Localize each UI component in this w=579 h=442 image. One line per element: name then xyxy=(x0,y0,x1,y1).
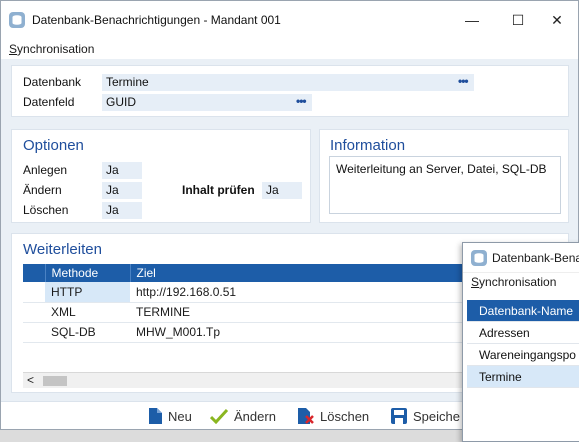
secondary-window-title: Datenbank-Bena xyxy=(492,250,579,265)
cell-ziel[interactable]: TERMINE xyxy=(130,302,483,323)
list-item[interactable]: Termine xyxy=(467,366,579,388)
loeschen-field[interactable]: Ja xyxy=(102,202,142,219)
neu-button[interactable]: Neu xyxy=(149,408,192,424)
cell-methode[interactable]: HTTP xyxy=(45,282,130,303)
cell-methode[interactable]: SQL-DB xyxy=(45,322,130,343)
loeschen-value: Ja xyxy=(106,203,119,217)
table-row[interactable]: SQL-DB MHW_M001.Tp xyxy=(23,322,483,343)
table-header-row: Methode Ziel xyxy=(23,264,483,282)
aendern-value: Ja xyxy=(106,183,119,197)
new-document-icon xyxy=(149,408,162,424)
table-row[interactable]: XML TERMINE xyxy=(23,302,483,323)
table-header-indicator xyxy=(23,264,46,282)
secondary-window[interactable]: Datenbank-Bena Synchronisation Datenbank… xyxy=(462,242,579,442)
column-header-methode[interactable]: Methode xyxy=(45,264,131,282)
inhalt-pruefen-label: Inhalt prüfen xyxy=(182,183,255,197)
datenbank-field[interactable]: Termine xyxy=(102,74,474,91)
menu-sync-mnemonic: S xyxy=(9,42,18,56)
datenbank-value: Termine xyxy=(106,75,149,89)
cell-ziel[interactable]: MHW_M001.Tp xyxy=(130,322,483,343)
scroll-left-arrow[interactable]: < xyxy=(27,373,34,387)
window-title: Datenbank-Benachrichtigungen - Mandant 0… xyxy=(32,13,281,27)
row-indicator xyxy=(23,322,45,343)
loeschen-button[interactable]: Löschen xyxy=(298,408,369,424)
title-bar: Datenbank-Benachrichtigungen - Mandant 0… xyxy=(1,1,578,39)
loeschen-label: Löschen xyxy=(320,408,370,424)
horizontal-scrollbar[interactable]: < xyxy=(23,372,483,388)
cell-ziel[interactable]: http://192.168.0.51 xyxy=(130,282,483,303)
save-icon xyxy=(391,408,407,424)
anlegen-field[interactable]: Ja xyxy=(102,162,142,179)
secondary-title-bar: Datenbank-Bena xyxy=(463,243,579,273)
table-row[interactable]: HTTP http://192.168.0.51 xyxy=(23,282,483,303)
information-text: Weiterleitung an Server, Datei, SQL-DB xyxy=(336,162,547,176)
database-list-header[interactable]: Datenbank-Name xyxy=(467,300,579,322)
row-indicator xyxy=(23,282,45,303)
menu-sync-text: ynchronisation xyxy=(17,42,95,56)
inhalt-pruefen-value: Ja xyxy=(266,183,279,197)
neu-label: Neu xyxy=(168,408,192,424)
aendern-button[interactable]: Ändern xyxy=(210,408,276,424)
optionen-panel: Optionen Anlegen Ja Ändern Ja Inhalt prü… xyxy=(11,129,311,223)
optionen-title: Optionen xyxy=(23,137,84,154)
secondary-menu-synchronisation[interactable]: Synchronisation xyxy=(463,273,579,291)
secondary-menu-mnemonic: S xyxy=(471,275,480,289)
aendern-label: Ändern xyxy=(23,183,62,197)
speichern-label: Speiche xyxy=(413,408,460,424)
anlegen-label: Anlegen xyxy=(23,163,68,177)
list-item[interactable]: Adressen xyxy=(467,322,579,344)
anlegen-value: Ja xyxy=(106,163,119,177)
information-panel: Information Weiterleitung an Server, Dat… xyxy=(319,129,569,223)
scroll-thumb[interactable] xyxy=(43,376,67,386)
list-item[interactable]: Wareneingangspo xyxy=(467,344,579,366)
menu-bar: Synchronisation xyxy=(1,39,578,59)
loeschen-label: Löschen xyxy=(23,203,69,217)
speichern-button[interactable]: Speiche xyxy=(391,408,460,424)
checkmark-icon xyxy=(210,408,228,424)
datenbank-browse-button[interactable]: ••• xyxy=(458,74,469,88)
menu-synchronisation[interactable]: Synchronisation xyxy=(9,42,94,56)
datenfeld-value: GUID xyxy=(106,95,136,109)
weiterleiten-title: Weiterleiten xyxy=(23,241,102,258)
delete-document-icon xyxy=(298,408,314,424)
inhalt-pruefen-field[interactable]: Ja xyxy=(262,182,302,199)
aendern-field[interactable]: Ja xyxy=(102,182,142,199)
row-indicator xyxy=(23,302,45,323)
secondary-menu-text: ynchronisation xyxy=(479,275,557,289)
datenfeld-browse-button[interactable]: ••• xyxy=(296,94,307,108)
aendern-label: Ändern xyxy=(234,408,276,424)
app-icon xyxy=(9,12,25,28)
datenbank-label: Datenbank xyxy=(23,75,82,89)
datenfeld-label: Datenfeld xyxy=(23,95,75,109)
cell-methode[interactable]: XML xyxy=(45,302,130,323)
close-button[interactable]: ✕ xyxy=(534,1,578,39)
weiterleiten-table: Methode Ziel HTTP http://192.168.0.51 XM… xyxy=(23,264,483,343)
datenfeld-field[interactable]: GUID xyxy=(102,94,312,111)
column-header-ziel[interactable]: Ziel xyxy=(130,264,483,282)
information-title: Information xyxy=(330,137,406,154)
datenbank-panel: Datenbank Termine ••• Datenfeld GUID ••• xyxy=(11,65,569,117)
minimize-button[interactable]: — xyxy=(449,1,495,39)
information-textarea[interactable]: Weiterleitung an Server, Datei, SQL-DB xyxy=(329,156,561,214)
database-list: Datenbank-Name Adressen Wareneingangspo … xyxy=(467,300,579,388)
secondary-app-icon xyxy=(471,249,487,266)
